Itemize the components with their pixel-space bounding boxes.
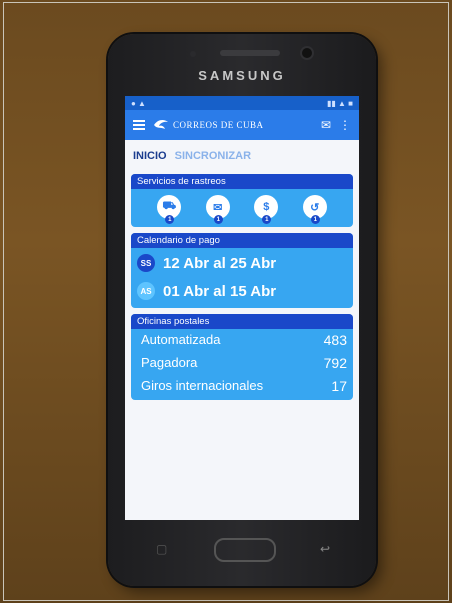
status-bar: ● ▲ ▮▮ ▲ ■ [125, 96, 359, 110]
calendar-badge: AS [137, 282, 155, 300]
envelope-icon[interactable]: ✉ 1 [205, 195, 230, 224]
tab-inicio[interactable]: INICIO [133, 150, 167, 162]
app-bar: CORREOS DE CUBA ✉ ⋮ [125, 110, 359, 140]
correos-logo-icon [154, 120, 168, 129]
app-title: CORREOS DE CUBA [173, 120, 264, 130]
phone-screen: ● ▲ ▮▮ ▲ ■ CORREOS DE CUBA ✉ ⋮ INICIO SI… [125, 96, 359, 520]
offices-card: Oficinas postales Automatizada 483 Pagad… [131, 314, 353, 400]
tracking-services: ⛟ 1 ✉ 1 $1 ↺ 1 [131, 189, 353, 227]
calendar-range: 01 Abr al 15 Abr [163, 282, 277, 300]
calendar-range: 12 Abr al 25 Abr [163, 254, 277, 272]
notification-icons: ● ▲ [131, 98, 146, 108]
tab-bar: INICIO SINCRONIZAR [125, 140, 359, 168]
tracking-badge: 1 [310, 215, 320, 224]
money-return-icon[interactable]: ↺ 1 [302, 195, 327, 224]
tracking-card-title: Servicios de rastreos [131, 174, 353, 189]
office-count: 17 [331, 378, 347, 394]
tracking-card: Servicios de rastreos ⛟ 1 ✉ 1 $1 ↺ 1 [131, 174, 353, 227]
office-label: Giros internacionales [141, 378, 264, 393]
calendar-row[interactable]: SS 12 Abr al 25 Abr [131, 248, 353, 276]
office-row[interactable]: Pagadora 792 [131, 352, 353, 375]
offices-card-title: Oficinas postales [131, 314, 353, 329]
calendar-card: Calendario de pago SS 12 Abr al 25 Abr A… [131, 233, 353, 308]
more-options-icon[interactable]: ⋮ [339, 118, 351, 132]
tracking-badge: 1 [165, 215, 175, 224]
back-icon[interactable]: ↩ [320, 542, 330, 556]
calendar-row[interactable]: AS 01 Abr al 15 Abr [131, 276, 353, 308]
office-label: Automatizada [141, 332, 221, 347]
notifications-icon[interactable]: ✉ [321, 118, 331, 132]
menu-icon[interactable] [133, 120, 145, 130]
tracking-badge: 1 [262, 215, 272, 224]
home-button[interactable] [214, 538, 276, 562]
earpiece-speaker [220, 50, 280, 56]
calendar-card-title: Calendario de pago [131, 233, 353, 248]
tab-sincronizar[interactable]: SINCRONIZAR [175, 150, 251, 162]
system-icons: ▮▮ ▲ ■ [327, 98, 353, 108]
brand-logo: SAMSUNG [198, 68, 286, 83]
tracking-badge: 1 [213, 215, 223, 224]
phone-device: SAMSUNG ● ▲ ▮▮ ▲ ■ CORREOS DE CUBA ✉ ⋮ I… [108, 34, 376, 586]
office-row[interactable]: Automatizada 483 [131, 329, 353, 352]
money-transfer-icon[interactable]: $1 [254, 195, 279, 224]
front-camera [302, 48, 312, 58]
office-count: 483 [323, 332, 347, 348]
office-row[interactable]: Giros internacionales 17 [131, 375, 353, 400]
proximity-sensor [190, 51, 196, 57]
office-count: 792 [323, 355, 347, 371]
delivery-truck-icon[interactable]: ⛟ 1 [157, 195, 182, 224]
calendar-badge: SS [137, 254, 155, 272]
office-label: Pagadora [141, 355, 198, 370]
recent-apps-icon[interactable]: ▢ [156, 542, 167, 556]
